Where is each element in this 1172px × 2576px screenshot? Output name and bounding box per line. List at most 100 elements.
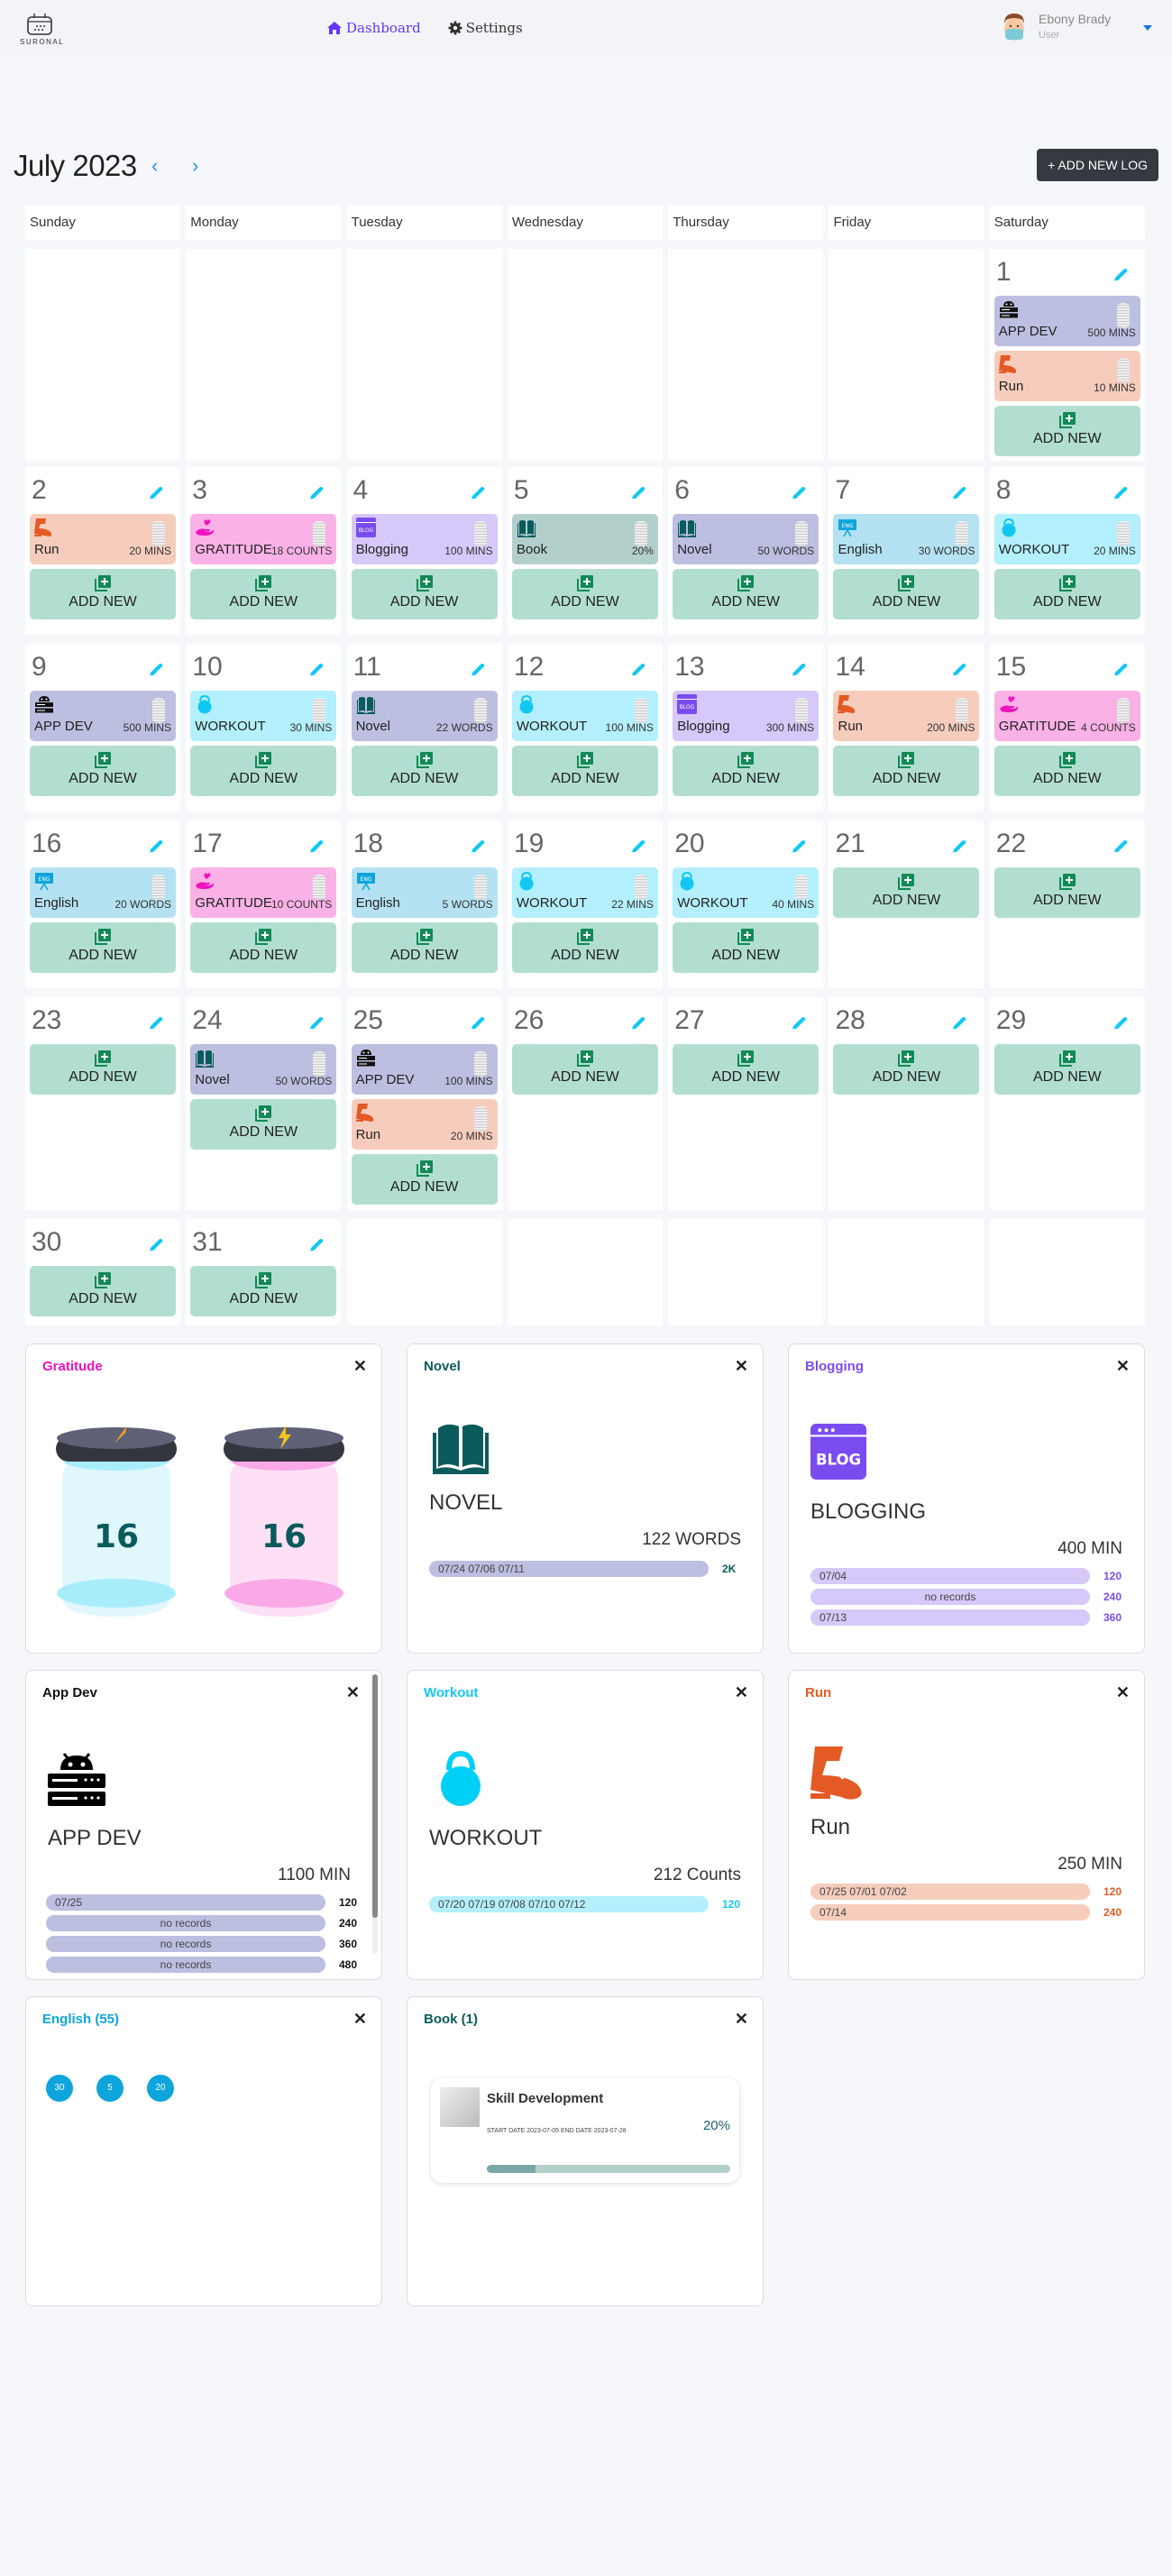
log-entry-workout[interactable]: WORKOUT 30 MINS [190, 691, 337, 741]
edit-pencil-icon[interactable] [308, 662, 325, 678]
log-entry-appdev[interactable]: APP DEV 500 MINS [30, 691, 176, 741]
edit-pencil-icon[interactable] [630, 485, 646, 501]
log-entry-english[interactable]: ENG English 20 WORDS [30, 867, 176, 918]
add-new-button[interactable]: ADD NEW [351, 922, 498, 973]
edit-pencil-icon[interactable] [470, 485, 486, 501]
edit-pencil-icon[interactable] [791, 1015, 807, 1031]
close-icon[interactable]: ✕ [353, 1357, 367, 1376]
edit-pencil-icon[interactable] [951, 839, 967, 855]
log-entry-english[interactable]: ENG English 30 WORDS [833, 514, 980, 564]
add-new-button[interactable]: ADD NEW [673, 1044, 819, 1095]
edit-pencil-icon[interactable] [951, 1015, 967, 1031]
edit-pencil-icon[interactable] [148, 1237, 164, 1253]
add-new-button[interactable]: ADD NEW [993, 406, 1140, 456]
edit-pencil-icon[interactable] [951, 485, 967, 501]
prev-month-button[interactable]: ‹ [151, 154, 158, 178]
edit-pencil-icon[interactable] [308, 1237, 325, 1253]
log-entry-workout[interactable]: WORKOUT 100 MINS [511, 691, 658, 741]
add-new-button[interactable]: ADD NEW [511, 746, 658, 796]
edit-pencil-icon[interactable] [630, 662, 646, 678]
log-entry-novel[interactable]: Novel 22 WORDS [351, 691, 498, 741]
log-entry-run[interactable]: Run 20 MINS [351, 1099, 498, 1150]
add-new-button[interactable]: ADD NEW [30, 569, 176, 619]
edit-pencil-icon[interactable] [308, 485, 325, 501]
edit-pencil-icon[interactable] [308, 839, 325, 855]
close-icon[interactable]: ✕ [353, 2010, 367, 2029]
add-new-button[interactable]: ADD NEW [833, 1044, 980, 1095]
log-entry-novel[interactable]: Novel 50 WORDS [190, 1044, 337, 1095]
add-new-button[interactable]: ADD NEW [993, 569, 1140, 619]
log-entry-blogging[interactable]: BLOG Blogging 100 MINS [351, 514, 498, 564]
word-count-circle[interactable]: 30 [46, 2075, 73, 2102]
edit-pencil-icon[interactable] [630, 839, 646, 855]
edit-pencil-icon[interactable] [791, 839, 807, 855]
add-new-button[interactable]: ADD NEW [190, 1099, 337, 1150]
close-icon[interactable]: ✕ [1116, 1683, 1130, 1702]
edit-pencil-icon[interactable] [1112, 1015, 1129, 1031]
log-entry-run[interactable]: Run 200 MINS [833, 691, 980, 741]
add-new-button[interactable]: ADD NEW [673, 746, 819, 796]
add-new-button[interactable]: ADD NEW [511, 1044, 658, 1095]
close-icon[interactable]: ✕ [735, 1683, 748, 1702]
edit-pencil-icon[interactable] [951, 662, 967, 678]
edit-pencil-icon[interactable] [470, 662, 486, 678]
edit-pencil-icon[interactable] [148, 485, 164, 501]
log-entry-blogging[interactable]: BLOG Blogging 300 MINS [673, 691, 819, 741]
log-entry-book[interactable]: Book 20% [511, 514, 658, 564]
add-new-button[interactable]: ADD NEW [30, 1044, 176, 1095]
edit-pencil-icon[interactable] [1112, 485, 1129, 501]
edit-pencil-icon[interactable] [1112, 839, 1129, 855]
close-icon[interactable]: ✕ [346, 1683, 360, 1702]
next-month-button[interactable]: › [192, 154, 198, 178]
card-scrollbar[interactable] [372, 1674, 378, 1954]
add-new-button[interactable]: ADD NEW [30, 1266, 176, 1316]
edit-pencil-icon[interactable] [470, 839, 486, 855]
log-entry-novel[interactable]: Novel 50 WORDS [673, 514, 819, 564]
add-new-log-button[interactable]: + ADD NEW LOG [1037, 149, 1158, 181]
add-new-button[interactable]: ADD NEW [190, 1266, 337, 1316]
add-new-button[interactable]: ADD NEW [351, 569, 498, 619]
add-new-button[interactable]: ADD NEW [833, 867, 980, 918]
add-new-button[interactable]: ADD NEW [190, 922, 337, 973]
log-entry-workout[interactable]: WORKOUT 22 MINS [511, 867, 658, 918]
add-new-button[interactable]: ADD NEW [190, 569, 337, 619]
add-new-button[interactable]: ADD NEW [351, 1154, 498, 1205]
log-entry-run[interactable]: Run 20 MINS [30, 514, 176, 564]
add-new-button[interactable]: ADD NEW [833, 746, 980, 796]
edit-pencil-icon[interactable] [791, 662, 807, 678]
add-new-button[interactable]: ADD NEW [833, 569, 980, 619]
log-entry-gratitude[interactable]: GRATITUDE 18 COUNTS [190, 514, 337, 564]
log-entry-appdev[interactable]: APP DEV 500 MINS [993, 296, 1140, 346]
close-icon[interactable]: ✕ [735, 1357, 748, 1376]
close-icon[interactable]: ✕ [1116, 1357, 1130, 1376]
add-new-button[interactable]: ADD NEW [993, 1044, 1140, 1095]
log-entry-gratitude[interactable]: GRATITUDE 4 COUNTS [993, 691, 1140, 741]
edit-pencil-icon[interactable] [308, 1015, 325, 1031]
add-new-button[interactable]: ADD NEW [30, 746, 176, 796]
add-new-button[interactable]: ADD NEW [993, 867, 1140, 918]
edit-pencil-icon[interactable] [148, 839, 164, 855]
add-new-button[interactable]: ADD NEW [511, 922, 658, 973]
add-new-button[interactable]: ADD NEW [511, 569, 658, 619]
app-logo[interactable]: SURONAL [20, 13, 63, 46]
log-entry-workout[interactable]: WORKOUT 20 MINS [993, 514, 1140, 564]
chevron-down-icon[interactable] [1143, 25, 1152, 31]
log-entry-appdev[interactable]: APP DEV 100 MINS [351, 1044, 498, 1095]
edit-pencil-icon[interactable] [791, 485, 807, 501]
edit-pencil-icon[interactable] [1112, 662, 1129, 678]
log-entry-workout[interactable]: WORKOUT 40 MINS [673, 867, 819, 918]
log-entry-gratitude[interactable]: GRATITUDE 10 COUNTS [190, 867, 337, 918]
nav-settings[interactable]: Settings [448, 20, 523, 36]
book-item[interactable]: Skill Development START DATE 2023-07-05 … [431, 2078, 739, 2183]
log-entry-run[interactable]: Run 10 MINS [993, 351, 1140, 401]
add-new-button[interactable]: ADD NEW [30, 922, 176, 973]
edit-pencil-icon[interactable] [1112, 267, 1129, 283]
edit-pencil-icon[interactable] [630, 1015, 646, 1031]
nav-dashboard[interactable]: Dashboard [326, 20, 421, 36]
close-icon[interactable]: ✕ [735, 2010, 748, 2029]
add-new-button[interactable]: ADD NEW [993, 746, 1140, 796]
user-menu[interactable]: Ebony Brady User [1001, 11, 1152, 43]
edit-pencil-icon[interactable] [470, 1015, 486, 1031]
add-new-button[interactable]: ADD NEW [190, 746, 337, 796]
edit-pencil-icon[interactable] [148, 1015, 164, 1031]
